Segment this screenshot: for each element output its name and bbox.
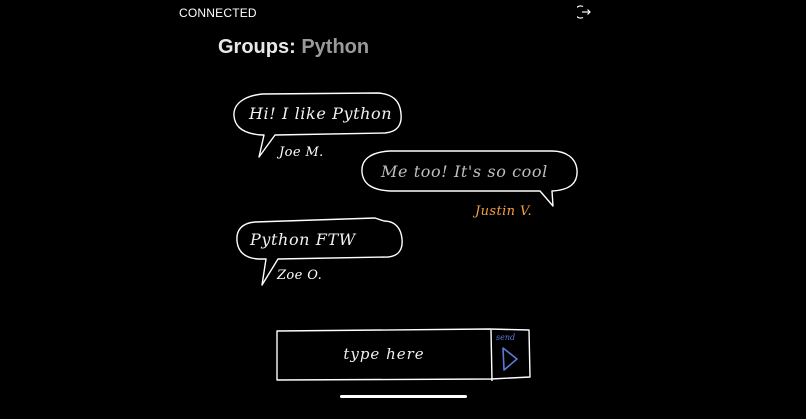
send-label: send	[496, 333, 516, 342]
message-text-2: Me too! It's so cool	[381, 162, 548, 181]
message-text-3: Python FTW	[250, 230, 356, 249]
message-author-2: Justin V.	[475, 204, 532, 219]
message-input[interactable]	[279, 331, 489, 377]
home-indicator[interactable]	[340, 395, 467, 398]
message-text-1: Hi! I like Python	[249, 104, 393, 123]
message-author-1: Joe M.	[279, 145, 324, 160]
message-author-3: Zoe O.	[277, 268, 323, 283]
